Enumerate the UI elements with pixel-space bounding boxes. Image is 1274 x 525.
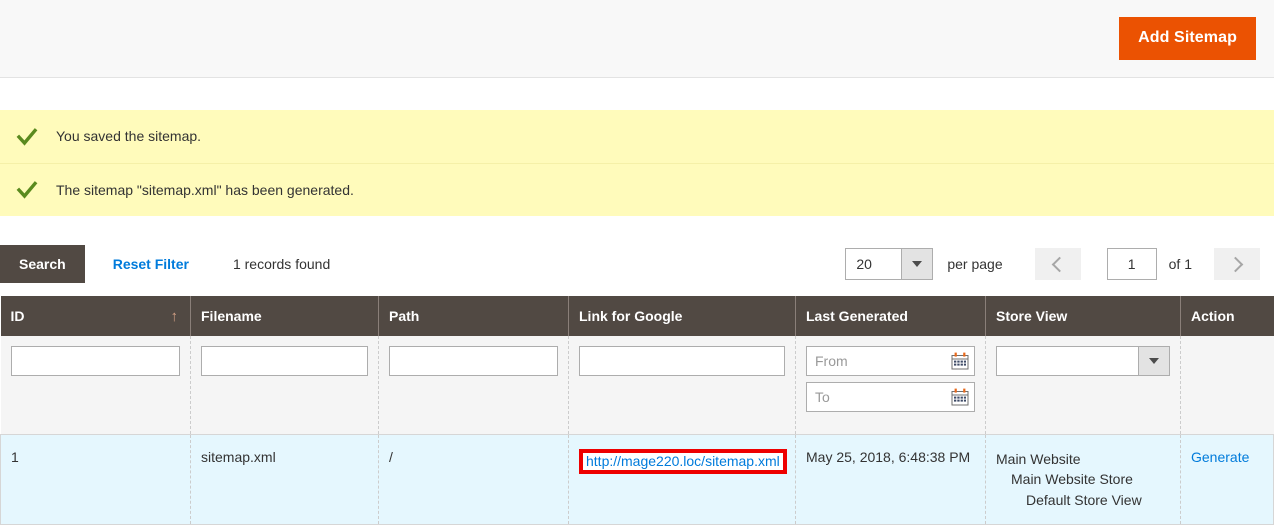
filter-select-store-view-value [997,347,1138,375]
table-row[interactable]: 1 sitemap.xml / http://mage220.loc/sitem… [1,435,1274,525]
table-header-row: ID ↑ Filename Path Link for Google Last … [1,296,1274,336]
sitemap-grid: ID ↑ Filename Path Link for Google Last … [0,296,1274,525]
filter-cell-path [379,336,569,435]
filter-cell-filename [191,336,379,435]
filter-cell-action [1181,336,1274,435]
page-number-input[interactable] [1107,248,1157,280]
per-page-select[interactable]: 20 [845,248,933,280]
column-header-link-for-google[interactable]: Link for Google [569,296,796,336]
cell-filename: sitemap.xml [191,435,379,525]
store-view-store: Main Website Store [996,469,1170,489]
cell-path: / [379,435,569,525]
success-message: You saved the sitemap. [0,110,1274,163]
check-icon [16,126,38,148]
message-text: You saved the sitemap. [56,128,201,145]
chevron-down-icon[interactable] [1138,347,1169,375]
pagination-controls: 20 per page of 1 [845,248,1260,280]
pager: of 1 [1035,248,1260,280]
column-header-path[interactable]: Path [379,296,569,336]
filter-input-link-for-google[interactable] [579,346,785,376]
link-highlight-annotation: http://mage220.loc/sitemap.xml [579,449,787,474]
add-sitemap-button[interactable]: Add Sitemap [1119,17,1256,60]
filter-cell-store-view [986,336,1181,435]
filter-cell-id [1,336,191,435]
reset-filter-link[interactable]: Reset Filter [113,256,189,272]
cell-last-generated: May 25, 2018, 6:48:38 PM [796,435,986,525]
cell-store-view: Main Website Main Website Store Default … [986,435,1181,525]
filter-cell-link-for-google [569,336,796,435]
previous-page-button[interactable] [1035,248,1081,280]
cell-id: 1 [1,435,191,525]
column-header-filename[interactable]: Filename [191,296,379,336]
chevron-left-icon [1051,256,1067,272]
store-view-website: Main Website [996,449,1170,469]
sort-asc-arrow-icon: ↑ [171,309,181,324]
chevron-right-icon [1228,256,1244,272]
column-header-store-view[interactable]: Store View [986,296,1181,336]
filter-input-id[interactable] [11,346,181,376]
grid-toolbar: Search Reset Filter 1 records found 20 p… [0,244,1274,284]
column-header-id[interactable]: ID ↑ [1,296,191,336]
records-found-label: 1 records found [233,256,330,272]
filter-input-date-from[interactable] [806,346,975,376]
filter-input-date-to[interactable] [806,382,975,412]
date-from-field [806,346,975,376]
column-header-action: Action [1181,296,1274,336]
column-header-last-generated[interactable]: Last Generated [796,296,986,336]
sitemap-link[interactable]: http://mage220.loc/sitemap.xml [586,453,780,469]
filter-row [1,336,1274,435]
search-button[interactable]: Search [0,245,85,283]
filter-cell-last-generated [796,336,986,435]
page-actions-bar: Add Sitemap [0,0,1274,78]
filter-input-filename[interactable] [201,346,368,376]
chevron-down-icon[interactable] [901,249,932,279]
success-message: The sitemap "sitemap.xml" has been gener… [0,163,1274,216]
cell-link-for-google: http://mage220.loc/sitemap.xml [569,435,796,525]
message-text: The sitemap "sitemap.xml" has been gener… [56,182,354,199]
generate-link[interactable]: Generate [1191,449,1249,465]
cell-action: Generate [1181,435,1274,525]
filter-input-path[interactable] [389,346,558,376]
next-page-button[interactable] [1214,248,1260,280]
total-pages-label: of 1 [1169,256,1192,272]
date-to-field [806,382,975,412]
store-view-view: Default Store View [996,490,1170,510]
messages-area: You saved the sitemap. The sitemap "site… [0,110,1274,216]
check-icon [16,179,38,201]
per-page-label: per page [947,256,1002,272]
per-page-value: 20 [846,249,901,279]
column-label: ID [11,308,25,324]
filter-select-store-view[interactable] [996,346,1170,376]
